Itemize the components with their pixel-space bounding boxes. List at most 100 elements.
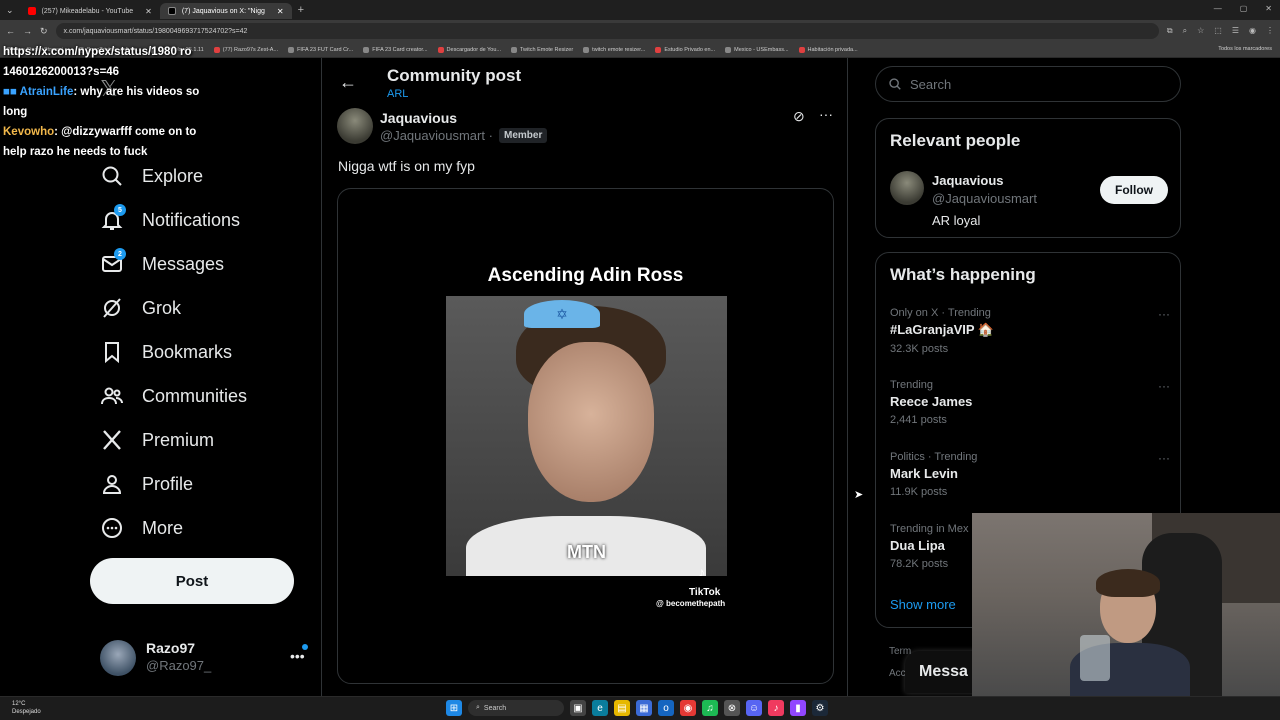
nav-notifications[interactable]: 5 Notifications xyxy=(100,204,240,232)
menu-icon[interactable]: ⋮ xyxy=(1266,26,1274,36)
bookmark-item[interactable]: Estudio Privado en... xyxy=(655,46,715,53)
discord-icon[interactable]: ☺ xyxy=(746,700,762,716)
close-tab-icon[interactable]: ✕ xyxy=(277,7,284,16)
bookmark-item[interactable]: Mexico - USEmbass... xyxy=(725,46,789,53)
post-media[interactable]: Ascending Adin Ross ✡ MTN ♪ TikTok @ bec… xyxy=(337,188,834,684)
panel-title: Relevant people xyxy=(890,131,1021,150)
tab-youtube[interactable]: (257) Mikeadelabu - YouTube ✕ xyxy=(20,3,160,19)
person-name[interactable]: Jaquavious xyxy=(932,173,1004,188)
search-placeholder: Search xyxy=(910,76,952,92)
music-icon[interactable]: ♪ xyxy=(768,700,784,716)
community-link[interactable]: ARL xyxy=(387,88,408,100)
more-dots-icon[interactable]: ··· xyxy=(1158,451,1170,465)
tab-x[interactable]: (7) Jaquavious on X: "Nigg ✕ xyxy=(159,3,292,19)
cast-icon[interactable]: ⧉ xyxy=(1167,26,1173,36)
maximize-icon[interactable]: ▢ xyxy=(1240,4,1248,13)
bookmark-item[interactable]: FIFA 23 FUT Card Cr... xyxy=(288,46,353,53)
steam-icon[interactable]: ⚙ xyxy=(812,700,828,716)
minimize-icon[interactable]: — xyxy=(1214,4,1222,13)
author-handle[interactable]: @Jaquaviousmart · xyxy=(380,128,493,143)
reload-icon[interactable]: ↻ xyxy=(40,26,48,37)
weather-widget[interactable]: 12°C Despejado xyxy=(12,700,41,716)
show-more-link[interactable]: Show more xyxy=(890,597,956,612)
search-input[interactable]: Search xyxy=(875,66,1181,102)
trend-item[interactable]: Only on X · Trending #LaGranjaVIP 🏠 32.3… xyxy=(890,307,1170,355)
search-icon xyxy=(889,78,901,90)
taskbar-search[interactable]: ⌕ Search xyxy=(468,700,564,716)
outlook-icon[interactable]: o xyxy=(658,700,674,716)
back-arrow-icon[interactable]: ← xyxy=(339,72,357,93)
nav-label: Messages xyxy=(142,253,225,274)
mouse-cursor-icon: ➤ xyxy=(854,489,864,501)
accessibility-link[interactable]: Acc xyxy=(889,668,906,679)
store-icon[interactable]: ▦ xyxy=(636,700,652,716)
nav-label: Premium xyxy=(142,429,215,450)
tab-list-icon[interactable]: ⌄ xyxy=(0,5,20,16)
edge-icon[interactable]: e xyxy=(592,700,608,716)
star-icon[interactable]: ☆ xyxy=(1197,26,1204,36)
bookmark-item[interactable]: Twitch Emote Resizer xyxy=(510,46,573,53)
avatar[interactable] xyxy=(337,108,373,144)
glass-shape xyxy=(1080,635,1110,681)
profile-icon[interactable]: ◉ xyxy=(1249,26,1256,36)
x-icon xyxy=(167,7,176,15)
new-tab-button[interactable]: + xyxy=(292,4,310,16)
address-bar-icons: ⧉ ⌕ ☆ ⬚ ☰ ◉ ⋮ xyxy=(1167,26,1274,36)
address-bar-row: ← → ↻ x.com/jaquaviousmart/status/198004… xyxy=(0,20,1280,42)
windows-start-icon[interactable]: ⊞ xyxy=(446,700,462,716)
all-bookmarks[interactable]: Todos los marcadores xyxy=(1218,46,1272,52)
forward-icon[interactable]: → xyxy=(23,26,32,36)
follow-button[interactable]: Follow xyxy=(1100,176,1168,204)
nav-explore[interactable]: Explore xyxy=(100,164,203,188)
tab-label: (257) Mikeadelabu - YouTube xyxy=(41,7,134,15)
trend-item[interactable]: Trending Reece James 2,441 posts ··· xyxy=(890,379,1170,426)
panel-title: What’s happening xyxy=(890,265,1036,284)
xbox-icon[interactable]: ⊗ xyxy=(724,700,740,716)
bookmark-item[interactable]: twitch emote resizer... xyxy=(583,46,645,53)
more-dots-icon[interactable]: ··· xyxy=(1158,379,1170,393)
nav-more[interactable]: More xyxy=(100,516,183,540)
bookmark-item[interactable]: FIFA 23 Card creator... xyxy=(363,46,428,53)
member-badge: Member xyxy=(499,128,548,143)
bookmark-favicon-icon xyxy=(798,46,805,53)
grok-icon[interactable]: ⊘ xyxy=(793,108,805,125)
avatar[interactable] xyxy=(890,171,924,205)
account-switcher[interactable]: Razo97 @Razo97_ ••• xyxy=(100,638,310,678)
nav-premium[interactable]: Premium xyxy=(100,428,214,452)
more-dots-icon[interactable]: ••• xyxy=(290,648,305,664)
url-field[interactable]: x.com/jaquaviousmart/status/198004969371… xyxy=(55,23,1159,39)
spotify-icon[interactable]: ♫ xyxy=(702,700,718,716)
bookmark-item[interactable]: Descargador de You... xyxy=(437,46,501,53)
trend-item[interactable]: Politics · Trending Mark Levin 11.9K pos… xyxy=(890,451,1170,498)
zoom-icon[interactable]: ⌕ xyxy=(1183,26,1187,36)
close-window-icon[interactable]: ✕ xyxy=(1265,4,1272,13)
extensions-icon[interactable]: ⬚ xyxy=(1214,26,1222,36)
post-button[interactable]: Post xyxy=(90,558,294,604)
twitch-icon[interactable]: ▮ xyxy=(790,700,806,716)
nav-profile[interactable]: Profile xyxy=(100,472,193,496)
taskbar-search-label: Search xyxy=(483,704,507,712)
nav-label: More xyxy=(142,517,184,538)
trend-name: Mark Levin xyxy=(890,466,958,481)
person-handle[interactable]: @Jaquaviousmart xyxy=(932,191,1037,206)
close-tab-icon[interactable]: ✕ xyxy=(145,7,152,16)
back-icon[interactable]: ← xyxy=(6,26,15,36)
bookmark-item[interactable]: Habitación privada... xyxy=(798,46,858,53)
page-title: Community post xyxy=(387,66,522,85)
author-name[interactable]: Jaquavious xyxy=(380,110,457,126)
nav-communities[interactable]: Communities xyxy=(100,384,247,408)
trend-meta: Trending xyxy=(890,379,934,391)
chat-badge-icon: ■■ xyxy=(3,86,20,98)
chrome-icon[interactable]: ◉ xyxy=(680,700,696,716)
nav-grok[interactable]: Grok xyxy=(100,296,181,320)
bookmark-item[interactable]: (77) Razo97s Zest-A... xyxy=(213,46,278,53)
more-dots-icon[interactable]: ··· xyxy=(1158,307,1170,321)
sidebar-icon[interactable]: ☰ xyxy=(1232,26,1239,36)
task-view-icon[interactable]: ▣ xyxy=(570,700,586,716)
file-explorer-icon[interactable]: ▤ xyxy=(614,700,630,716)
nav-bookmarks[interactable]: Bookmarks xyxy=(100,340,232,364)
more-dots-icon[interactable]: ··· xyxy=(819,106,833,122)
youtube-icon xyxy=(27,7,36,15)
browser-tab-bar: ⌄ (257) Mikeadelabu - YouTube ✕ (7) Jaqu… xyxy=(0,0,1280,20)
nav-messages[interactable]: 2 Messages xyxy=(100,248,225,276)
